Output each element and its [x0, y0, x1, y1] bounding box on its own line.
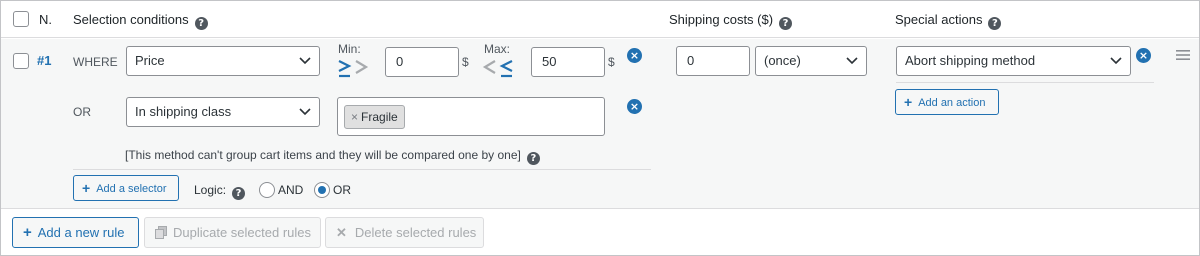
tag-chip: × Fragile	[344, 105, 405, 129]
chevron-down-icon	[299, 57, 311, 65]
remove-condition-icon[interactable]: ×	[627, 99, 642, 114]
max-value-input[interactable]: 50	[531, 47, 605, 77]
add-new-rule-button[interactable]: + Add a new rule	[12, 217, 139, 248]
duplicate-rules-button[interactable]: Duplicate selected rules	[144, 217, 321, 248]
add-action-label: Add an action	[918, 97, 986, 109]
special-actions-label: Special actions	[895, 12, 983, 27]
cost-frequency-value: (once)	[764, 53, 801, 68]
help-icon[interactable]: ?	[526, 152, 540, 165]
special-action-select[interactable]: Abort shipping method	[896, 46, 1131, 76]
help-icon[interactable]: ?	[988, 17, 1002, 30]
min-value-input[interactable]: 0	[385, 47, 459, 77]
shipping-class-tags-input[interactable]: × Fragile	[337, 97, 605, 136]
shipping-costs-label: Shipping costs ($)	[669, 12, 774, 27]
shipping-costs-header: Shipping costs ($)?	[669, 12, 793, 30]
max-label: Max:	[484, 42, 511, 56]
plus-icon: +	[82, 180, 91, 196]
add-selector-button[interactable]: + Add a selector	[73, 175, 179, 201]
condition-select[interactable]: Price	[126, 46, 320, 76]
add-selector-label: Add a selector	[96, 183, 167, 195]
condition-select-value: Price	[135, 53, 165, 68]
logic-label-text: Logic:	[194, 183, 227, 197]
number-column-header: N.	[39, 12, 52, 27]
min-label: Min:	[338, 42, 361, 56]
greater-equal-icon[interactable]	[336, 58, 370, 80]
special-action-value: Abort shipping method	[905, 53, 1036, 68]
hamburger-icon[interactable]	[1175, 49, 1191, 61]
help-icon[interactable]: ?	[779, 17, 793, 30]
logic-and-label: AND	[278, 183, 304, 197]
rule-number: #1	[37, 53, 52, 68]
min-currency: $	[462, 55, 469, 69]
tag-remove-icon[interactable]: ×	[351, 110, 358, 124]
selection-conditions-label: Selection conditions	[73, 12, 189, 27]
rule-checkbox[interactable]	[13, 53, 29, 69]
cost-frequency-select[interactable]: (once)	[755, 46, 867, 76]
logic-and-radio[interactable]	[259, 182, 275, 198]
remove-condition-icon[interactable]: ×	[627, 48, 642, 63]
add-action-button[interactable]: + Add an action	[895, 89, 999, 115]
logic-or-label: OR	[333, 183, 351, 197]
chevron-down-icon	[299, 108, 311, 116]
chevron-down-icon	[846, 57, 858, 65]
rules-table: N. Selection conditions? Shipping costs …	[0, 0, 1200, 256]
special-actions-header: Special actions?	[895, 12, 1002, 30]
x-icon: ✕	[336, 225, 347, 240]
remove-action-icon[interactable]: ×	[1136, 48, 1151, 63]
logic-or-radio[interactable]	[314, 182, 330, 198]
group-note-text: [This method can't group cart items and …	[125, 148, 521, 162]
help-icon[interactable]: ?	[194, 17, 208, 30]
copy-icon	[155, 226, 167, 239]
logic-label: Logic:?	[194, 183, 246, 200]
selection-conditions-header: Selection conditions?	[73, 12, 208, 30]
shipping-cost-input[interactable]: 0	[676, 46, 750, 76]
group-note: [This method can't group cart items and …	[125, 148, 540, 165]
rule-row: #1 WHERE Price Min: 0 $ Max: 50 $ × OR I…	[1, 39, 1199, 209]
duplicate-rules-label: Duplicate selected rules	[173, 225, 312, 240]
plus-icon: +	[904, 94, 913, 110]
add-new-rule-label: Add a new rule	[37, 225, 125, 240]
where-label: WHERE	[73, 55, 118, 69]
divider	[896, 82, 1154, 83]
less-equal-icon[interactable]	[482, 58, 516, 80]
shipping-class-select[interactable]: In shipping class	[126, 97, 320, 127]
chevron-down-icon	[1110, 57, 1122, 65]
tag-label: Fragile	[361, 110, 398, 124]
divider	[73, 169, 651, 170]
table-header: N. Selection conditions? Shipping costs …	[1, 1, 1199, 38]
plus-icon: +	[23, 224, 32, 241]
delete-rules-label: Delete selected rules	[354, 225, 477, 240]
shipping-class-select-value: In shipping class	[135, 104, 232, 119]
or-label: OR	[73, 105, 91, 119]
select-all-checkbox[interactable]	[13, 11, 29, 27]
help-icon[interactable]: ?	[232, 187, 246, 200]
max-currency: $	[608, 55, 615, 69]
delete-rules-button[interactable]: ✕ Delete selected rules	[325, 217, 484, 248]
